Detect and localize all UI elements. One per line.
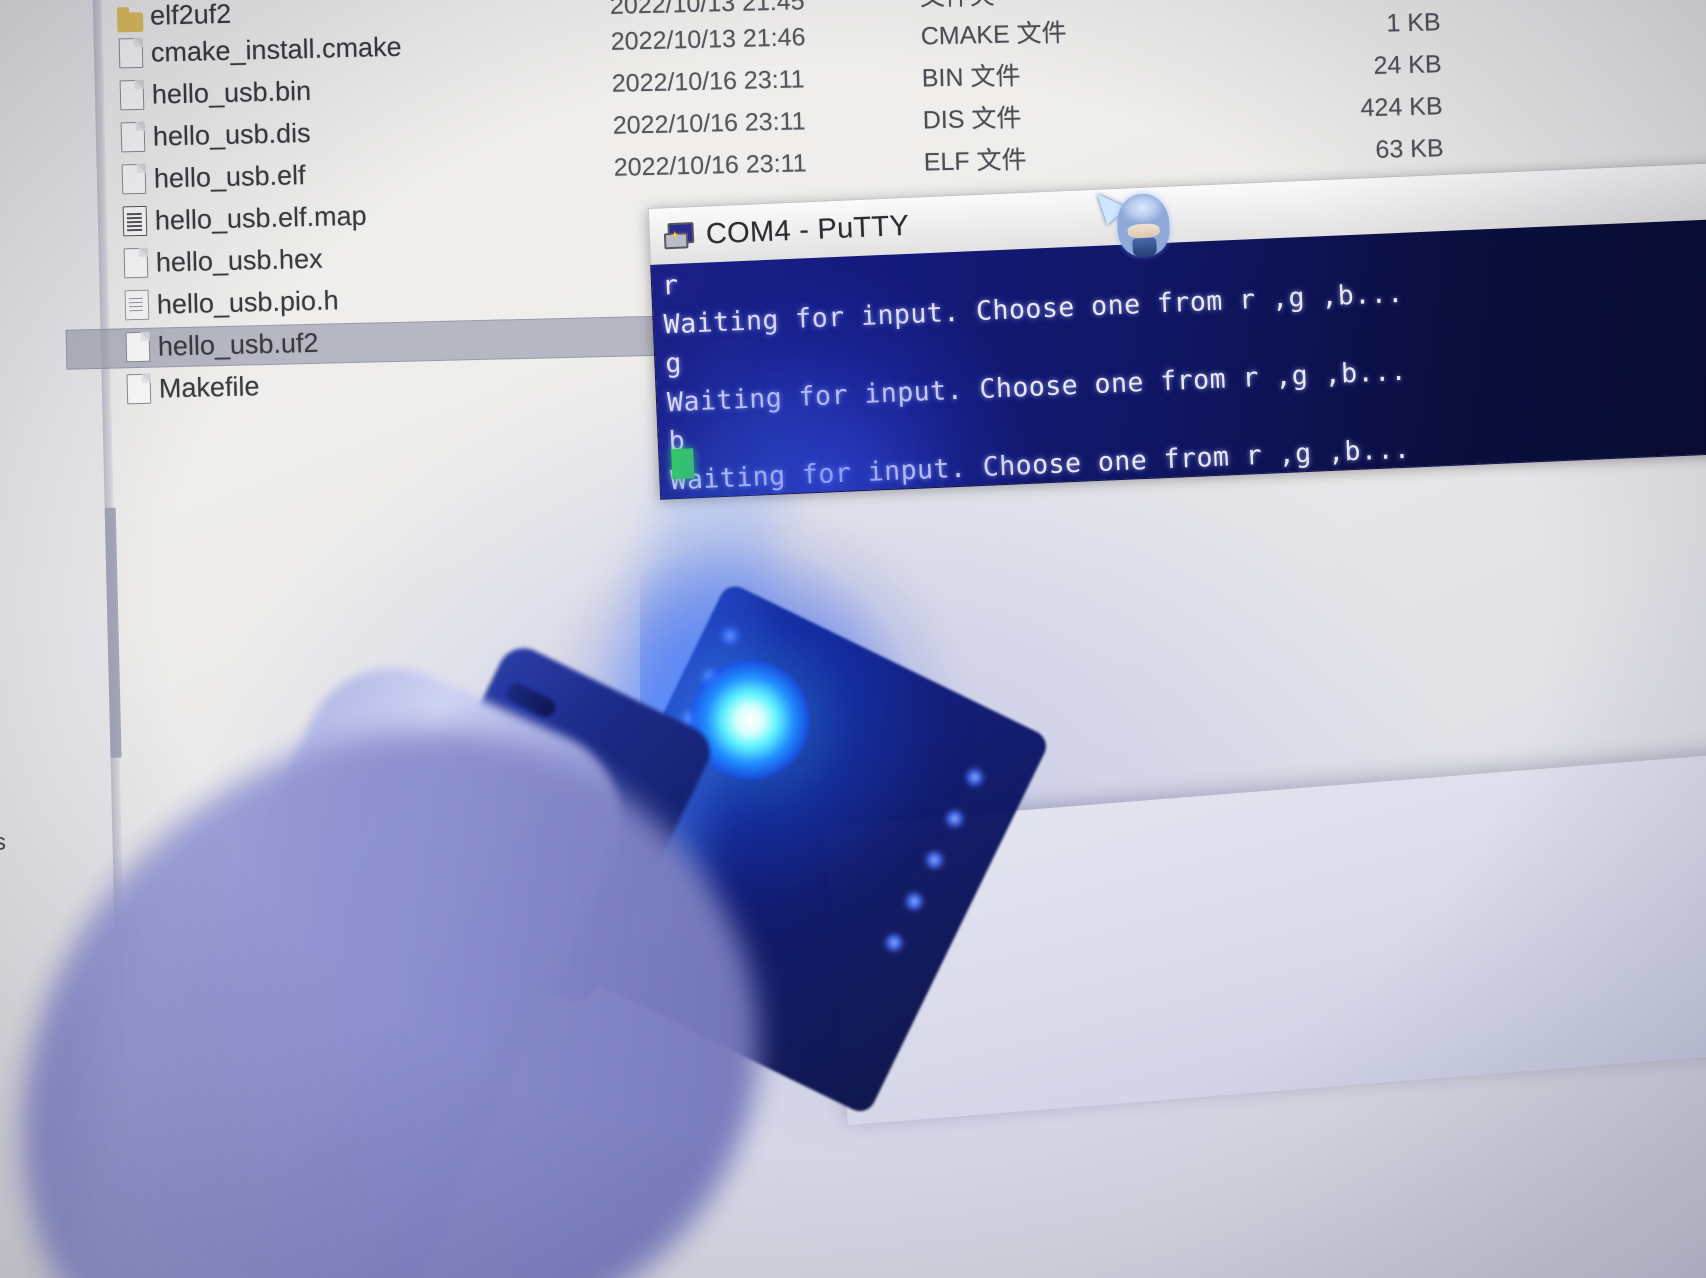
file-icon bbox=[113, 121, 154, 153]
file-icon bbox=[112, 79, 153, 111]
mouse-cursor-icon bbox=[1087, 185, 1172, 262]
header-icon bbox=[117, 289, 158, 321]
file-name: Makefile bbox=[158, 370, 260, 404]
file-name: hello_usb.elf bbox=[153, 159, 306, 194]
file-name: hello_usb.pio.h bbox=[156, 284, 339, 320]
document-icon bbox=[115, 205, 156, 237]
photo-of-monitor: server e 2 d Files elf2uf2 2022/10/13 21… bbox=[0, 0, 1706, 1278]
file-name: hello_usb.hex bbox=[155, 243, 323, 278]
file-date: 2022/10/16 23:11 bbox=[612, 106, 806, 140]
nav-scrollbar-thumb[interactable] bbox=[104, 507, 122, 758]
file-date: 2022/10/16 23:11 bbox=[613, 148, 807, 182]
file-type: DIS 文件 bbox=[922, 104, 1022, 135]
folder-icon bbox=[110, 11, 150, 33]
file-icon bbox=[111, 37, 152, 69]
file-type: ELF 文件 bbox=[923, 146, 1027, 177]
file-icon bbox=[114, 163, 155, 195]
file-date: 2022/10/16 23:11 bbox=[611, 64, 805, 98]
file-size: 1 KB bbox=[1386, 7, 1441, 38]
putty-title-text: COM4 - PuTTY bbox=[705, 209, 910, 251]
blue-led bbox=[690, 660, 810, 780]
file-size: 424 KB bbox=[1360, 91, 1443, 122]
file-icon bbox=[119, 373, 160, 405]
file-name: hello_usb.bin bbox=[151, 75, 312, 110]
file-icon bbox=[118, 331, 159, 363]
file-name: hello_usb.elf.map bbox=[154, 200, 367, 236]
file-name: cmake_install.cmake bbox=[150, 31, 402, 68]
file-size: 24 KB bbox=[1373, 49, 1442, 80]
file-icon bbox=[116, 247, 157, 279]
file-type: CMAKE 文件 bbox=[920, 19, 1067, 51]
file-size: 63 KB bbox=[1375, 133, 1444, 164]
file-date: 2022/10/13 21:46 bbox=[610, 22, 806, 56]
file-name: hello_usb.uf2 bbox=[157, 327, 319, 362]
file-name: hello_usb.dis bbox=[152, 117, 311, 152]
sidebar-item-files[interactable]: Files bbox=[0, 828, 6, 856]
putty-computer-icon bbox=[663, 222, 695, 250]
file-type: BIN 文件 bbox=[921, 62, 1021, 93]
